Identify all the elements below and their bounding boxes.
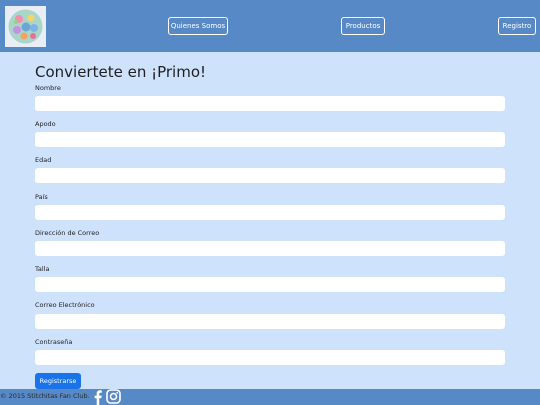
page-title: Conviertete en ¡Primo! — [35, 63, 207, 81]
direccion-input[interactable] — [35, 241, 505, 256]
edad-input[interactable] — [35, 168, 505, 183]
pais-label: País — [35, 193, 48, 201]
pais-input[interactable] — [35, 205, 505, 220]
contrasena-label: Contraseña — [35, 338, 73, 346]
navbar: Quienes Somos Productos Registro — [0, 0, 540, 52]
stitch-logo-icon[interactable] — [5, 6, 46, 47]
nav-registro-button[interactable]: Registro — [498, 17, 536, 35]
copyright-text: © 2015 Stitchitas Fan Club. — [0, 392, 90, 400]
apodo-label: Apodo — [35, 120, 56, 128]
contrasena-input[interactable] — [35, 350, 505, 365]
facebook-icon[interactable] — [91, 389, 104, 405]
nombre-input[interactable] — [35, 96, 505, 111]
edad-label: Edad — [35, 156, 52, 164]
apodo-input[interactable] — [35, 132, 505, 147]
direccion-label: Dirección de Correo — [35, 229, 100, 237]
talla-label: Talla — [35, 265, 50, 273]
talla-input[interactable] — [35, 277, 505, 292]
nav-quienes-somos-button[interactable]: Quienes Somos — [168, 17, 228, 35]
nav-productos-button[interactable]: Productos — [341, 17, 385, 35]
instagram-icon[interactable] — [106, 389, 121, 404]
correo-label: Correo Electrónico — [35, 301, 95, 309]
nombre-label: Nombre — [35, 84, 61, 92]
correo-input[interactable] — [35, 314, 505, 329]
registrarse-button[interactable]: Registrarse — [35, 373, 81, 389]
